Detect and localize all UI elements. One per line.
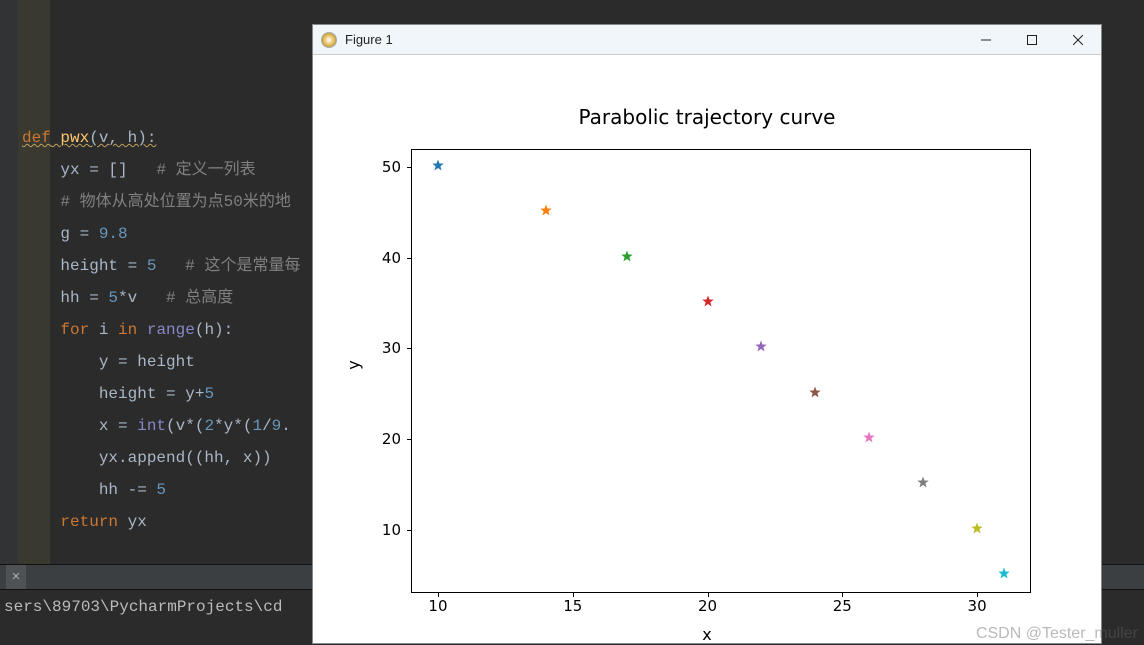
titlebar[interactable]: Figure 1 (313, 25, 1101, 55)
keyword-in: in (118, 321, 137, 339)
x-tick-label: 25 (833, 597, 852, 615)
number: 5 (108, 289, 118, 307)
comment: # 这个是常量每 (185, 257, 300, 275)
data-point-star-icon (808, 384, 822, 403)
number: 9 (272, 417, 282, 435)
data-point-star-icon (997, 565, 1011, 584)
y-tick-label: 20 (382, 430, 401, 448)
app-icon (321, 32, 337, 48)
y-tick-mark (407, 530, 411, 531)
x-tick-mark (842, 593, 843, 597)
data-point-star-icon (916, 475, 930, 494)
code-text: g = (60, 225, 98, 243)
y-tick-label: 30 (382, 339, 401, 357)
window-title: Figure 1 (345, 32, 963, 47)
number: 5 (147, 257, 157, 275)
x-tick-label: 15 (563, 597, 582, 615)
x-tick-mark (438, 593, 439, 597)
maximize-button[interactable] (1009, 25, 1055, 55)
code-text: yx.append((hh, x)) (99, 449, 272, 467)
y-tick-mark (407, 258, 411, 259)
code-text: height = (60, 257, 146, 275)
number: 1 (252, 417, 262, 435)
x-tick-mark (708, 593, 709, 597)
terminal-path: sers\89703\PycharmProjects\cd (4, 598, 282, 616)
builtin-range: range (137, 321, 195, 339)
y-tick-label: 40 (382, 249, 401, 267)
plot-area: Parabolic trajectory curve y x 102030405… (313, 55, 1101, 643)
function-name: pwx (60, 129, 89, 147)
x-tick-label: 30 (968, 597, 987, 615)
watermark: CSDN @Tester_muller (976, 625, 1138, 643)
number: 5 (204, 385, 214, 403)
editor-gutter (0, 0, 18, 645)
code-text: hh -= (99, 481, 157, 499)
x-tick-label: 10 (428, 597, 447, 615)
data-point-star-icon (862, 429, 876, 448)
y-tick-mark (407, 439, 411, 440)
number: 2 (204, 417, 214, 435)
code-text: . (281, 417, 291, 435)
code-text: y = height (99, 353, 195, 371)
builtin-int: int (137, 417, 166, 435)
code-text: height = y+ (99, 385, 205, 403)
code-text: (h): (195, 321, 233, 339)
data-point-star-icon (539, 203, 553, 222)
minimize-button[interactable] (963, 25, 1009, 55)
comment: # 定义一列表 (156, 161, 255, 179)
number: 9.8 (99, 225, 128, 243)
keyword-for: for (60, 321, 89, 339)
code-text: yx = [] (60, 161, 127, 179)
y-tick-mark (407, 348, 411, 349)
code-text: *v (118, 289, 137, 307)
close-button[interactable] (1055, 25, 1101, 55)
x-tick-mark (977, 593, 978, 597)
y-tick-label: 50 (382, 158, 401, 176)
data-point-star-icon (431, 158, 445, 177)
y-tick-mark (407, 167, 411, 168)
data-point-star-icon (754, 339, 768, 358)
x-tick-label: 20 (698, 597, 717, 615)
code-text: / (262, 417, 272, 435)
data-point-star-icon (701, 294, 715, 313)
code-text: yx (118, 513, 147, 531)
code-text: *y*( (214, 417, 252, 435)
chart-title: Parabolic trajectory curve (313, 105, 1101, 129)
comment: # 物体从高处位置为点50米的地 (60, 193, 290, 211)
x-tick-mark (573, 593, 574, 597)
number: 5 (156, 481, 166, 499)
y-axis-label: y (344, 360, 363, 369)
y-tick-label: 10 (382, 521, 401, 539)
code-text: x = (99, 417, 137, 435)
comment: # 总高度 (166, 289, 233, 307)
close-tab-button[interactable]: × (6, 565, 26, 589)
code-text: (v*( (166, 417, 204, 435)
data-point-star-icon (620, 248, 634, 267)
data-point-star-icon (970, 520, 984, 539)
code-text: i (89, 321, 118, 339)
code-text: hh = (60, 289, 108, 307)
params: (v, h): (89, 129, 156, 147)
chart-axes (411, 149, 1031, 593)
figure-window: Figure 1 Parabolic trajectory curve y x … (312, 24, 1102, 644)
keyword-return: return (60, 513, 118, 531)
keyword-def: def (22, 129, 51, 147)
